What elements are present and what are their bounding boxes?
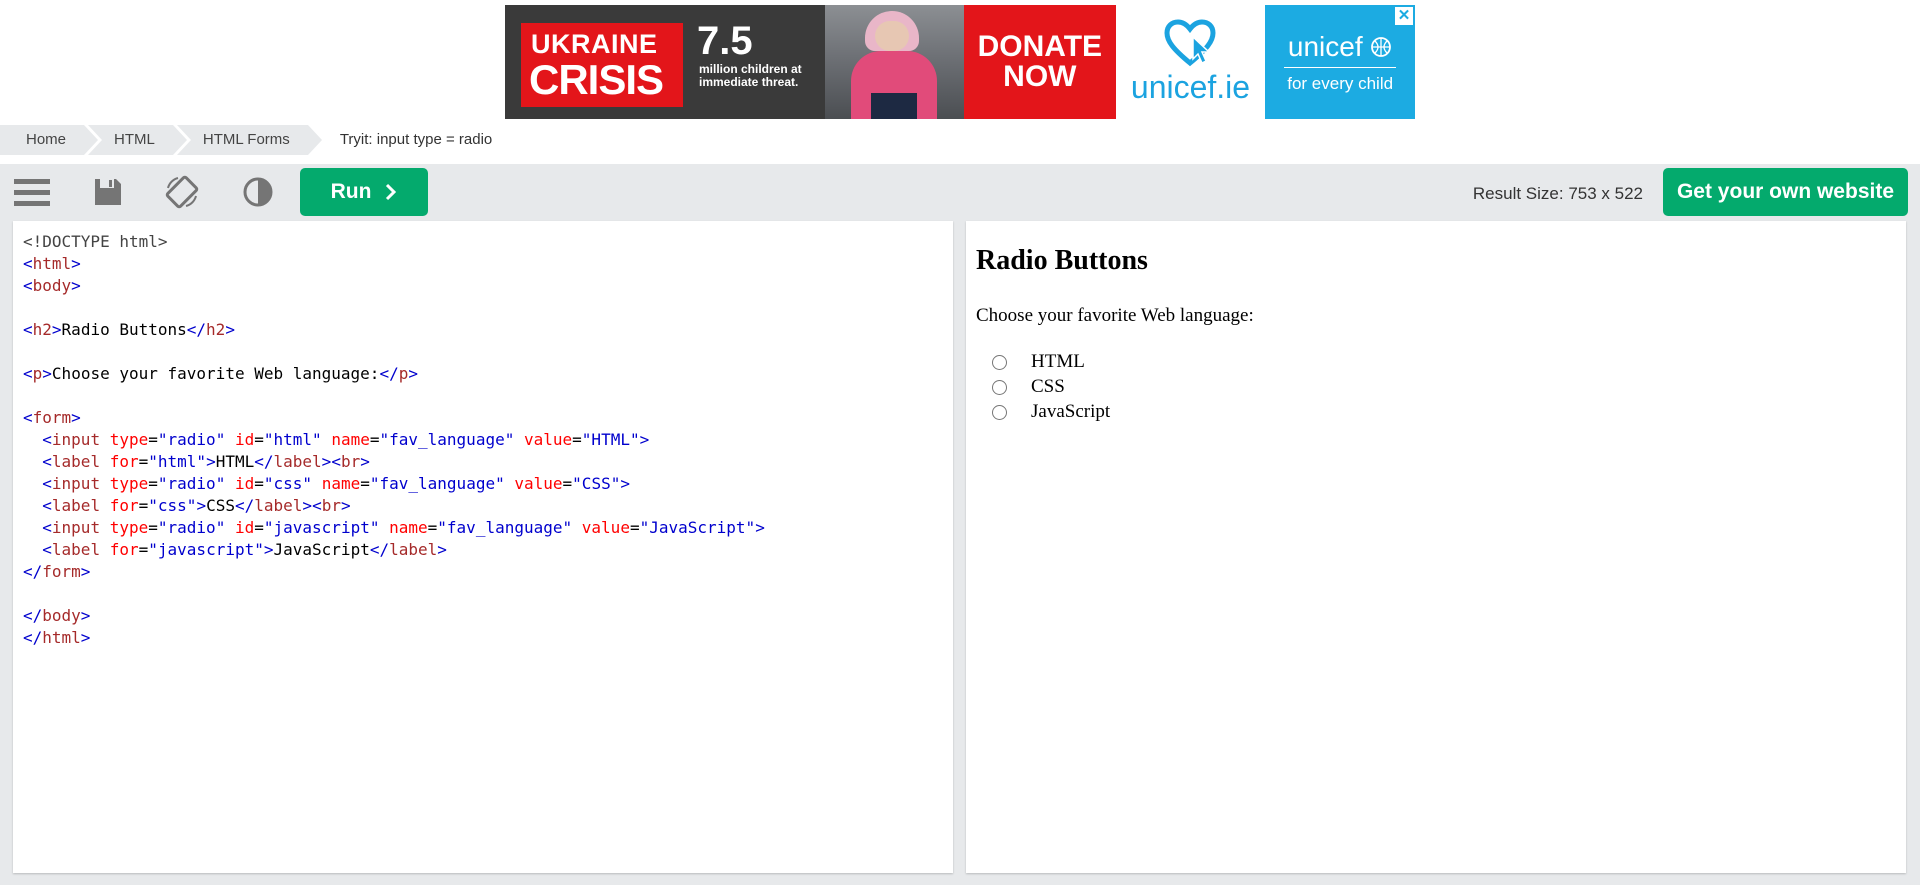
ad-number: 7.5 <box>697 19 753 63</box>
radio-javascript[interactable] <box>992 404 1007 420</box>
radio-label-css[interactable]: CSS <box>1031 376 1065 398</box>
breadcrumb-html-forms[interactable]: HTML Forms <box>176 125 326 155</box>
radio-label-html[interactable]: HTML <box>1031 351 1085 373</box>
result-question: Choose your favorite Web language: <box>976 305 1254 326</box>
ad-unicef-logo[interactable]: unicef for every child ✕ <box>1265 5 1415 119</box>
ad-divider <box>1284 66 1397 68</box>
ad-domain: unicef.ie <box>1130 68 1251 105</box>
breadcrumb: Home HTML HTML Forms Tryit: input type =… <box>0 125 492 155</box>
result-heading: Radio Buttons <box>976 245 1148 276</box>
ad-child-photo <box>825 5 964 119</box>
radio-option-javascript[interactable]: JavaScript <box>992 401 1110 423</box>
result-size: Result Size: 753 x 522 <box>1472 184 1643 203</box>
run-label: Run <box>330 180 372 203</box>
contrast-icon[interactable] <box>240 174 276 210</box>
code-editor[interactable]: <!DOCTYPE html> <html> <body> <h2>Radio … <box>13 221 953 873</box>
toolbar: Run Result Size: 753 x 522 Get your own … <box>0 164 1920 219</box>
get-own-website-button[interactable]: Get your own website <box>1663 168 1908 216</box>
ad-ukraine-crisis[interactable]: UKRAINE CRISIS 7.5 million children at i… <box>505 5 964 119</box>
radio-option-html[interactable]: HTML <box>992 351 1085 373</box>
workspace: <!DOCTYPE html> <html> <body> <h2>Radio … <box>0 219 1920 885</box>
ad-unicef-ie[interactable]: unicef.ie <box>1115 5 1266 119</box>
chevron-right-icon <box>386 183 397 201</box>
heart-cursor-icon <box>1164 18 1216 66</box>
ad-headline-2: CRISIS <box>529 56 664 103</box>
ad-crisis-box: UKRAINE CRISIS <box>521 23 683 107</box>
globe-icon <box>1371 36 1392 57</box>
code-text[interactable]: <!DOCTYPE html> <html> <body> <h2>Radio … <box>13 221 953 649</box>
ad-close-icon[interactable]: ✕ <box>1395 7 1413 25</box>
ad-brand: unicef <box>1288 31 1393 63</box>
radio-css[interactable] <box>992 379 1007 395</box>
save-icon[interactable] <box>90 174 126 210</box>
ad-subtext: million children at immediate threat. <box>699 62 802 89</box>
breadcrumb-current: Tryit: input type = radio <box>339 131 493 148</box>
run-button[interactable]: Run <box>300 168 428 216</box>
ad-tagline: for every child <box>1287 73 1394 93</box>
ad-donate-line-2: NOW <box>1003 60 1077 93</box>
result-frame: Radio Buttons Choose your favorite Web l… <box>966 221 1906 873</box>
ad-donate-now[interactable]: DONATE NOW <box>963 5 1116 119</box>
ad-banner[interactable]: UKRAINE CRISIS 7.5 million children at i… <box>505 5 1415 119</box>
ad-donate-line-1: DONATE <box>977 30 1103 63</box>
menu-icon[interactable] <box>14 174 50 210</box>
breadcrumb-home[interactable]: Home <box>0 125 103 155</box>
radio-label-javascript[interactable]: JavaScript <box>1031 401 1110 423</box>
ad-headline-1: UKRAINE <box>531 29 658 59</box>
radio-option-css[interactable]: CSS <box>992 376 1065 398</box>
radio-html[interactable] <box>992 354 1007 370</box>
rotate-orientation-icon[interactable] <box>164 174 200 210</box>
